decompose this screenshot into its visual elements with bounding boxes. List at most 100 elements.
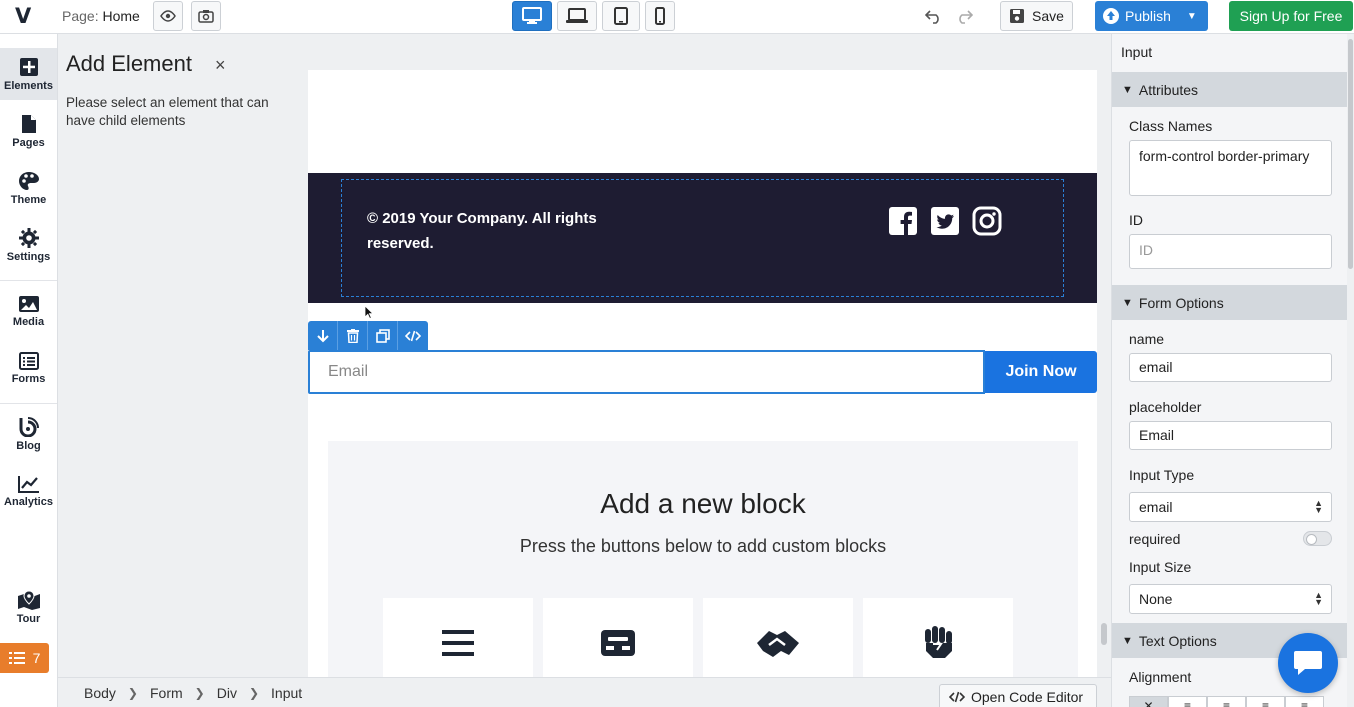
nav-label: Blog bbox=[16, 439, 41, 452]
arrow-down-icon[interactable] bbox=[308, 321, 338, 350]
nav-label: Elements bbox=[4, 79, 53, 92]
device-tablet-button[interactable] bbox=[602, 1, 640, 31]
select-arrows-icon: ▲ ▼ bbox=[1314, 590, 1323, 607]
properties-scrollbar[interactable] bbox=[1347, 34, 1354, 707]
save-button[interactable]: Save bbox=[1000, 1, 1073, 31]
required-toggle[interactable] bbox=[1303, 531, 1332, 546]
device-desktop-button[interactable] bbox=[512, 1, 552, 31]
nav-divider bbox=[0, 403, 57, 404]
bars-icon bbox=[442, 630, 474, 656]
code-editor-label: Open Code Editor bbox=[971, 689, 1084, 705]
block-type-fist-button[interactable] bbox=[863, 598, 1013, 677]
attributes-section-header[interactable]: ▼ Attributes bbox=[1112, 72, 1347, 107]
nav-blog[interactable]: Blog bbox=[0, 408, 57, 460]
duplicate-icon[interactable] bbox=[368, 321, 398, 350]
gear-icon bbox=[18, 227, 39, 248]
nav-tour[interactable]: Tour bbox=[0, 581, 57, 633]
code-icon[interactable] bbox=[398, 321, 428, 350]
preview-button[interactable] bbox=[153, 1, 183, 31]
palette-icon bbox=[18, 171, 39, 190]
undo-icon[interactable] bbox=[924, 8, 943, 27]
laptop-icon bbox=[566, 8, 588, 23]
breadcrumb-item[interactable]: Form bbox=[150, 685, 183, 701]
copyright-text[interactable]: © 2019 Your Company. All rights reserved… bbox=[367, 206, 647, 256]
align-left-icon[interactable]: ≡ bbox=[1168, 696, 1207, 707]
form-options-section-header[interactable]: ▼ Form Options bbox=[1112, 285, 1347, 320]
close-icon[interactable]: × bbox=[215, 55, 226, 76]
footer-container[interactable]: © 2019 Your Company. All rights reserved… bbox=[341, 179, 1064, 297]
left-nav: Elements Pages Theme Settings Media Form… bbox=[0, 34, 58, 707]
page-selector[interactable]: Page: Home bbox=[62, 8, 140, 24]
block-type-card-button[interactable] bbox=[543, 598, 693, 677]
trash-icon[interactable] bbox=[338, 321, 368, 350]
input-type-select[interactable]: email ▲ ▼ bbox=[1129, 492, 1332, 522]
caret-down-icon: ▼ bbox=[1122, 634, 1133, 647]
publish-button[interactable]: Publish ▼ bbox=[1095, 1, 1208, 31]
card-icon bbox=[601, 630, 635, 656]
block-type-handshake-button[interactable] bbox=[703, 598, 853, 677]
tasks-count: 7 bbox=[32, 650, 41, 666]
tablet-icon bbox=[614, 7, 628, 25]
chat-button[interactable] bbox=[1278, 633, 1338, 693]
open-code-editor-button[interactable]: Open Code Editor bbox=[939, 684, 1097, 707]
nav-theme[interactable]: Theme bbox=[0, 162, 57, 214]
screenshot-button[interactable] bbox=[191, 1, 221, 31]
eye-icon bbox=[160, 10, 176, 22]
class-names-field[interactable]: form-control border-primary bbox=[1129, 140, 1332, 196]
canvas-scrollbar-thumb[interactable] bbox=[1101, 623, 1107, 645]
camera-icon bbox=[198, 10, 214, 23]
redo-icon[interactable] bbox=[955, 8, 974, 27]
block-type-menu-button[interactable] bbox=[383, 598, 533, 677]
footer-section[interactable]: © 2019 Your Company. All rights reserved… bbox=[308, 173, 1097, 303]
nav-pages[interactable]: Pages bbox=[0, 105, 57, 157]
facebook-icon[interactable] bbox=[888, 206, 918, 236]
chat-bubble-icon bbox=[1294, 651, 1322, 675]
placeholder-field[interactable]: Email bbox=[1129, 421, 1332, 450]
chevron-right-icon: ❯ bbox=[194, 685, 205, 700]
page-canvas[interactable]: © 2019 Your Company. All rights reserved… bbox=[308, 34, 1097, 677]
twitter-icon[interactable] bbox=[930, 206, 960, 236]
nav-forms[interactable]: Forms bbox=[0, 342, 57, 394]
align-justify-icon[interactable]: ≡ bbox=[1285, 696, 1324, 707]
align-none-icon[interactable]: ✕ bbox=[1129, 696, 1168, 707]
placeholder-label: placeholder bbox=[1129, 399, 1202, 415]
tasks-badge[interactable]: 7 bbox=[0, 643, 49, 673]
email-input[interactable]: Email bbox=[308, 350, 985, 394]
align-right-icon[interactable]: ≡ bbox=[1246, 696, 1285, 707]
device-laptop-button[interactable] bbox=[557, 1, 597, 31]
chevron-right-icon: ❯ bbox=[127, 685, 138, 700]
nav-elements[interactable]: Elements bbox=[0, 48, 57, 100]
page-name: Home bbox=[102, 8, 140, 24]
name-field[interactable]: email bbox=[1129, 353, 1332, 382]
nav-analytics[interactable]: Analytics bbox=[0, 465, 57, 517]
properties-scrollbar-thumb[interactable] bbox=[1348, 39, 1353, 269]
select-value: email bbox=[1139, 499, 1173, 515]
social-links bbox=[888, 206, 1002, 236]
file-icon bbox=[21, 114, 36, 133]
instagram-icon[interactable] bbox=[972, 206, 1002, 236]
breadcrumb-item[interactable]: Input bbox=[271, 685, 302, 701]
nav-media[interactable]: Media bbox=[0, 285, 57, 337]
nav-settings[interactable]: Settings bbox=[0, 219, 57, 271]
input-size-select[interactable]: None ▲ ▼ bbox=[1129, 584, 1332, 614]
caret-down-icon[interactable]: ▼ bbox=[1187, 11, 1197, 22]
desktop-icon bbox=[522, 7, 542, 24]
section-label: Attributes bbox=[1138, 81, 1199, 98]
properties-title: Input bbox=[1121, 44, 1153, 60]
fist-icon bbox=[925, 626, 952, 658]
signup-button[interactable]: Sign Up for Free bbox=[1229, 1, 1353, 31]
device-mobile-button[interactable] bbox=[645, 1, 675, 31]
panel-message: Please select an element that can have c… bbox=[66, 95, 269, 128]
breadcrumb-item[interactable]: Body bbox=[84, 685, 116, 701]
app-logo[interactable]: V bbox=[15, 4, 31, 28]
breadcrumb-item[interactable]: Div bbox=[217, 685, 237, 701]
properties-panel: Input ▼ Attributes Class Names form-cont… bbox=[1111, 34, 1347, 707]
mobile-icon bbox=[655, 7, 665, 25]
id-field[interactable]: ID bbox=[1129, 234, 1332, 269]
nav-label: Forms bbox=[11, 372, 46, 385]
blog-icon bbox=[19, 416, 39, 437]
align-center-icon[interactable]: ≡ bbox=[1207, 696, 1246, 707]
canvas-scrollbar[interactable] bbox=[1097, 36, 1111, 677]
list-icon bbox=[18, 351, 39, 370]
join-now-button[interactable]: Join Now bbox=[985, 351, 1097, 393]
